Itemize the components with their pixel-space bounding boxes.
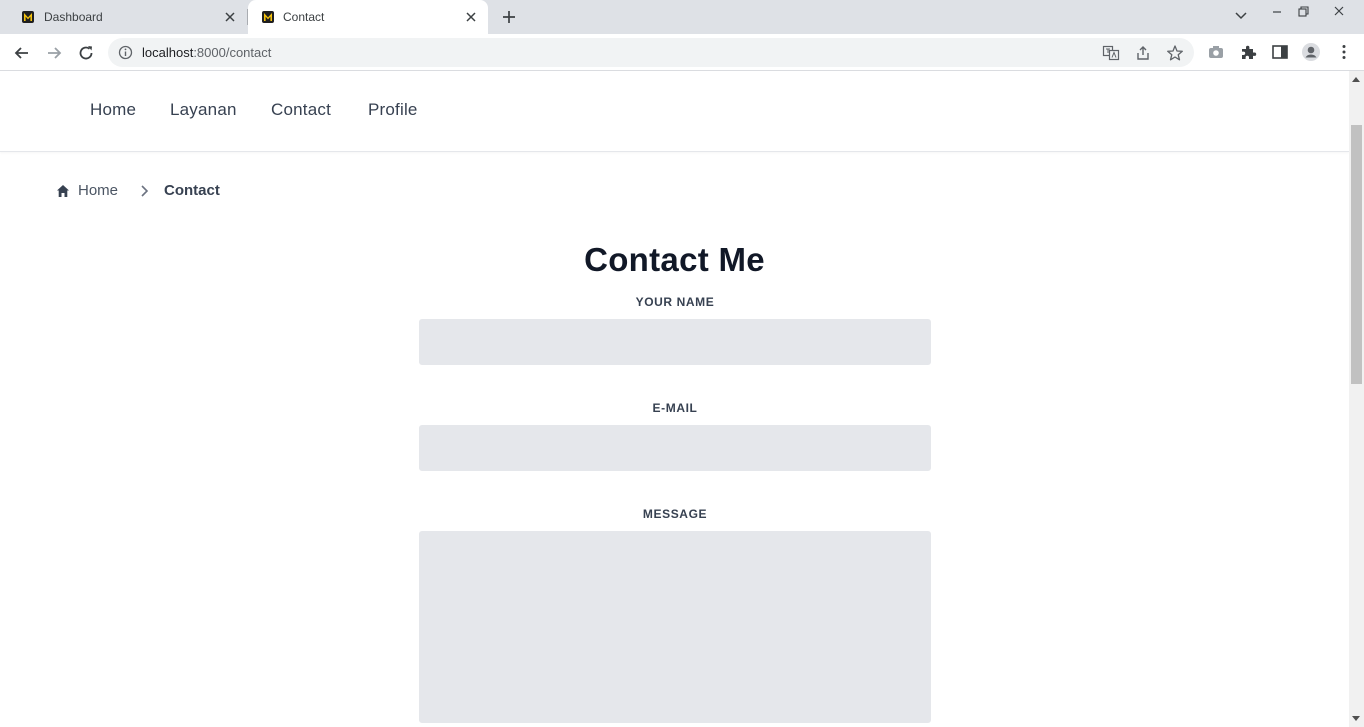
extensions-puzzle-icon[interactable]	[1238, 42, 1258, 62]
address-url[interactable]: localhost:8000/contact	[142, 45, 271, 60]
name-label: YOUR NAME	[635, 295, 715, 309]
nav-link-contact[interactable]: Contact	[271, 100, 331, 120]
browser-toolbar: localhost:8000/contact	[0, 34, 1364, 71]
translate-icon[interactable]	[1102, 44, 1120, 62]
close-window-icon[interactable]	[1328, 3, 1350, 21]
tab-title: Contact	[283, 10, 325, 24]
url-path: :8000/contact	[193, 45, 272, 60]
email-input[interactable]	[419, 425, 931, 471]
site-favicon-icon	[262, 11, 274, 23]
tab-dashboard[interactable]: Dashboard	[0, 0, 247, 34]
tab-search-chevron-icon[interactable]	[1230, 7, 1252, 25]
scroll-down-arrow-icon[interactable]	[1352, 716, 1360, 721]
message-textarea[interactable]	[419, 531, 931, 723]
back-arrow-icon[interactable]	[12, 43, 32, 63]
site-info-icon[interactable]	[118, 45, 133, 60]
close-icon[interactable]	[464, 10, 478, 24]
forward-arrow-icon[interactable]	[44, 43, 64, 63]
name-input[interactable]	[419, 319, 931, 365]
breadcrumb-home-link[interactable]: Home	[78, 182, 118, 199]
address-bar[interactable]: localhost:8000/contact	[108, 38, 1194, 67]
tab-contact[interactable]: Contact	[248, 0, 488, 34]
scroll-up-arrow-icon[interactable]	[1352, 77, 1360, 82]
page-title: Contact Me	[584, 241, 765, 278]
page-viewport: Home Layanan Contact Profile Home Contac…	[0, 71, 1349, 727]
page-scrollbar[interactable]	[1349, 71, 1364, 727]
home-icon[interactable]	[56, 184, 70, 198]
email-label: E-MAIL	[652, 401, 698, 415]
site-favicon-icon	[22, 11, 34, 23]
new-tab-icon[interactable]	[499, 7, 519, 27]
nav-link-layanan[interactable]: Layanan	[170, 100, 237, 120]
share-icon[interactable]	[1134, 44, 1152, 62]
browser-tabstrip: Dashboard Contact	[0, 0, 1364, 34]
breadcrumb-current: Contact	[164, 182, 220, 199]
reload-icon[interactable]	[76, 43, 96, 63]
tab-title: Dashboard	[44, 10, 103, 24]
chevron-right-icon	[141, 185, 149, 197]
bookmark-star-icon[interactable]	[1166, 44, 1184, 62]
profile-avatar-icon[interactable]	[1301, 42, 1321, 62]
screenshot-camera-icon[interactable]	[1206, 42, 1226, 62]
nav-link-home[interactable]: Home	[90, 100, 136, 120]
nav-link-profile[interactable]: Profile	[368, 100, 418, 120]
close-icon[interactable]	[223, 10, 237, 24]
message-label: MESSAGE	[642, 507, 708, 521]
site-navbar: Home Layanan Contact Profile	[0, 71, 1349, 152]
side-panel-icon[interactable]	[1270, 42, 1290, 62]
minimize-icon[interactable]	[1266, 3, 1288, 21]
menu-kebab-icon[interactable]	[1334, 42, 1354, 62]
url-host: localhost	[142, 45, 194, 60]
restore-icon[interactable]	[1292, 3, 1314, 21]
scrollbar-thumb[interactable]	[1351, 125, 1362, 384]
